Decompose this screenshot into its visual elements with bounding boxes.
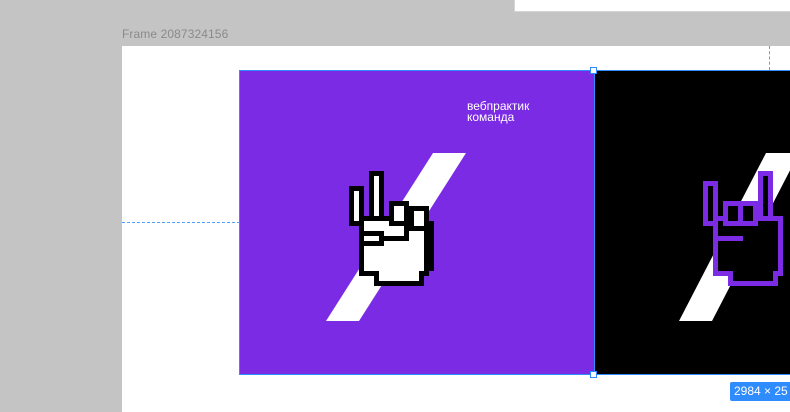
selection-outline-continued — [594, 70, 790, 375]
top-panel — [514, 0, 790, 12]
resize-handle-bottom[interactable] — [590, 371, 597, 378]
dimensions-badge: 2984 × 25 — [730, 382, 790, 401]
resize-handle-top[interactable] — [590, 67, 597, 74]
selection-outline — [239, 70, 595, 375]
frame-label[interactable]: Frame 2087324156 — [122, 27, 228, 41]
vertical-guide — [769, 46, 770, 70]
